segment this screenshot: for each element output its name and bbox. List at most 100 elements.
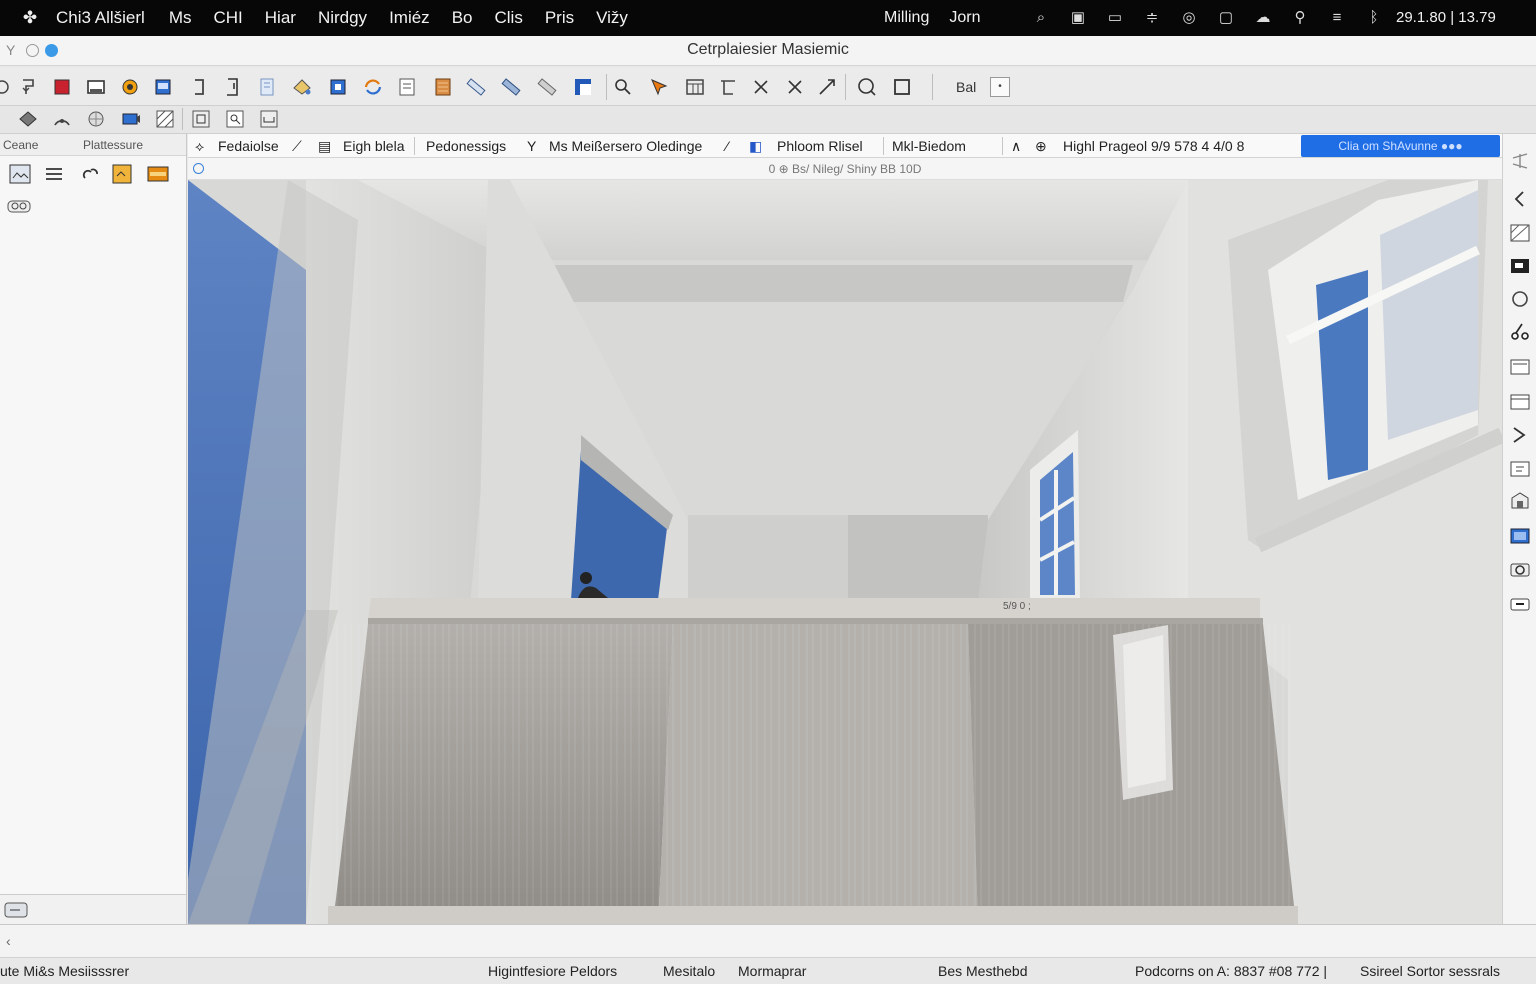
slash-icon[interactable]: ⁄ bbox=[726, 138, 728, 154]
camera-panel-icon[interactable] bbox=[1509, 559, 1531, 581]
chevron-icon[interactable]: ⟋ bbox=[292, 138, 302, 155]
arc-tool-icon[interactable] bbox=[52, 109, 72, 129]
hatch-tool-icon[interactable] bbox=[155, 109, 175, 129]
display-panel-icon[interactable] bbox=[1509, 525, 1531, 547]
component-icon[interactable] bbox=[327, 76, 349, 98]
globe-icon[interactable]: ⊕ bbox=[1035, 138, 1047, 155]
control-center-icon[interactable]: ▣ bbox=[1067, 9, 1089, 27]
cloud-icon[interactable]: ☁ bbox=[1252, 9, 1274, 27]
badge-panel-icon[interactable] bbox=[1509, 593, 1531, 615]
close-tool-icon[interactable] bbox=[750, 76, 772, 98]
chevron-left-icon[interactable] bbox=[1509, 188, 1531, 210]
section-tool-icon[interactable] bbox=[717, 76, 739, 98]
screen-tool-icon[interactable] bbox=[152, 76, 174, 98]
menu-item[interactable]: CHI bbox=[213, 8, 242, 28]
layers-icon[interactable] bbox=[42, 164, 66, 184]
ruler-tool-icon[interactable] bbox=[465, 76, 487, 98]
location-icon[interactable]: ⚲ bbox=[1289, 9, 1311, 27]
text-panel-icon[interactable] bbox=[1509, 458, 1531, 480]
page-tool-icon[interactable] bbox=[222, 76, 244, 98]
circle-panel-icon[interactable] bbox=[1509, 288, 1531, 310]
move-tool-icon[interactable] bbox=[572, 76, 594, 98]
search-icon[interactable]: ⌕ bbox=[1030, 9, 1052, 27]
arrow-icon[interactable]: ⟡ bbox=[195, 138, 204, 155]
rectangle-tool-icon[interactable] bbox=[891, 76, 913, 98]
table-tool-icon[interactable] bbox=[684, 76, 706, 98]
eraser-tool-icon[interactable] bbox=[536, 76, 558, 98]
eye-tool-icon[interactable] bbox=[18, 109, 38, 129]
dropdown-box-icon[interactable]: • bbox=[990, 77, 1010, 97]
display-icon[interactable]: ▭ bbox=[1104, 9, 1126, 27]
siri-icon[interactable]: ◎ bbox=[1178, 9, 1200, 27]
camera-tool-icon[interactable] bbox=[121, 109, 141, 129]
3d-viewport[interactable]: 5/9 0 ; bbox=[188, 180, 1502, 924]
link-icon[interactable] bbox=[79, 164, 103, 184]
header-item[interactable]: Eigh blela bbox=[343, 138, 405, 154]
chevron-down-icon[interactable]: Y bbox=[527, 138, 536, 154]
orbit-tool-icon[interactable] bbox=[856, 76, 878, 98]
refresh-icon[interactable] bbox=[362, 76, 384, 98]
tray-tool-icon[interactable] bbox=[259, 109, 279, 129]
image-panel-icon[interactable] bbox=[1509, 356, 1531, 378]
menu-item[interactable]: Pris bbox=[545, 8, 574, 28]
menu-item[interactable]: Hiar bbox=[265, 8, 296, 28]
menu-extra-item[interactable]: Milling bbox=[884, 9, 929, 27]
menu-item[interactable]: Ms bbox=[169, 8, 192, 28]
menu-item[interactable]: Bo bbox=[452, 8, 473, 28]
menu-app-name[interactable]: Chi3 Allšierl bbox=[56, 8, 145, 28]
wifi-icon[interactable]: ≑ bbox=[1141, 9, 1163, 27]
document-tool-icon[interactable] bbox=[256, 76, 278, 98]
light-icon[interactable] bbox=[119, 76, 141, 98]
frame-panel-icon[interactable] bbox=[1509, 391, 1531, 413]
cross-tool-icon[interactable] bbox=[784, 76, 806, 98]
glasses-icon[interactable] bbox=[7, 196, 31, 216]
line-tool-icon[interactable] bbox=[816, 76, 838, 98]
header-item[interactable]: Mkl-Biedom bbox=[892, 138, 966, 154]
frame-tool-icon[interactable] bbox=[191, 109, 211, 129]
menu-item[interactable]: Imiéz bbox=[389, 8, 430, 28]
chevron-left-icon[interactable]: ‹ bbox=[6, 933, 11, 949]
bracket-tool-icon[interactable] bbox=[188, 76, 210, 98]
search-tool-icon[interactable] bbox=[225, 109, 245, 129]
hatch-panel-icon[interactable] bbox=[1509, 222, 1531, 244]
menu-item[interactable]: Clis bbox=[494, 8, 522, 28]
toolbar-label[interactable]: Bal bbox=[956, 79, 976, 95]
chevron-right-icon[interactable] bbox=[1509, 424, 1531, 446]
menubar-clock[interactable]: 29.1.80 | 13.79 bbox=[1396, 0, 1496, 36]
menu-item[interactable]: Vižy bbox=[596, 8, 628, 28]
list-tool-icon[interactable] bbox=[396, 76, 418, 98]
styles-icon[interactable] bbox=[110, 164, 134, 184]
apple-menu-icon[interactable]: ✤ bbox=[20, 8, 40, 28]
materials-icon[interactable] bbox=[146, 164, 170, 184]
bluetooth-icon[interactable]: ᛒ bbox=[1363, 9, 1385, 27]
paint-bucket-icon[interactable] bbox=[291, 76, 313, 98]
undo-icon[interactable] bbox=[18, 76, 40, 98]
building-panel-icon[interactable] bbox=[1509, 490, 1531, 512]
pencil-tool-icon[interactable] bbox=[500, 76, 522, 98]
chevron-up-icon[interactable]: ∧ bbox=[1011, 138, 1021, 155]
panel-toggle-icon[interactable] bbox=[4, 900, 28, 920]
wood-texture-icon[interactable] bbox=[432, 76, 454, 98]
header-item[interactable]: Fedaiolse bbox=[218, 138, 279, 154]
status-badge[interactable]: Clia om ShAvunne ●●● bbox=[1301, 135, 1500, 157]
notification-icon[interactable]: ≡ bbox=[1326, 9, 1348, 27]
left-panel-tab[interactable]: Ceane bbox=[3, 138, 38, 152]
battery-icon[interactable]: ▢ bbox=[1215, 9, 1237, 27]
header-item[interactable]: Phloom Rlisel bbox=[777, 138, 863, 154]
page-icon[interactable]: ▤ bbox=[318, 138, 331, 155]
header-item[interactable]: Highl Prageol 9/9 578 4 4/0 8 bbox=[1063, 138, 1244, 154]
screen-panel-icon[interactable] bbox=[1509, 255, 1531, 277]
arrow-tool-icon[interactable] bbox=[648, 76, 670, 98]
menu-extra-item[interactable]: Jorn bbox=[949, 9, 980, 27]
header-item[interactable]: Pedonessigs bbox=[426, 138, 506, 154]
globe-tool-icon[interactable] bbox=[86, 109, 106, 129]
scissors-icon[interactable] bbox=[1509, 321, 1531, 343]
sparkle-icon[interactable] bbox=[1509, 150, 1531, 172]
menu-item[interactable]: Nirdgy bbox=[318, 8, 367, 28]
left-panel-tab[interactable]: Plattessure bbox=[83, 138, 143, 152]
window-tool-icon[interactable] bbox=[85, 76, 107, 98]
camera-icon[interactable]: ◧ bbox=[749, 138, 762, 155]
select-tool-icon[interactable] bbox=[0, 76, 16, 98]
scene-icon[interactable] bbox=[8, 164, 32, 184]
zoom-tool-icon[interactable] bbox=[612, 76, 634, 98]
